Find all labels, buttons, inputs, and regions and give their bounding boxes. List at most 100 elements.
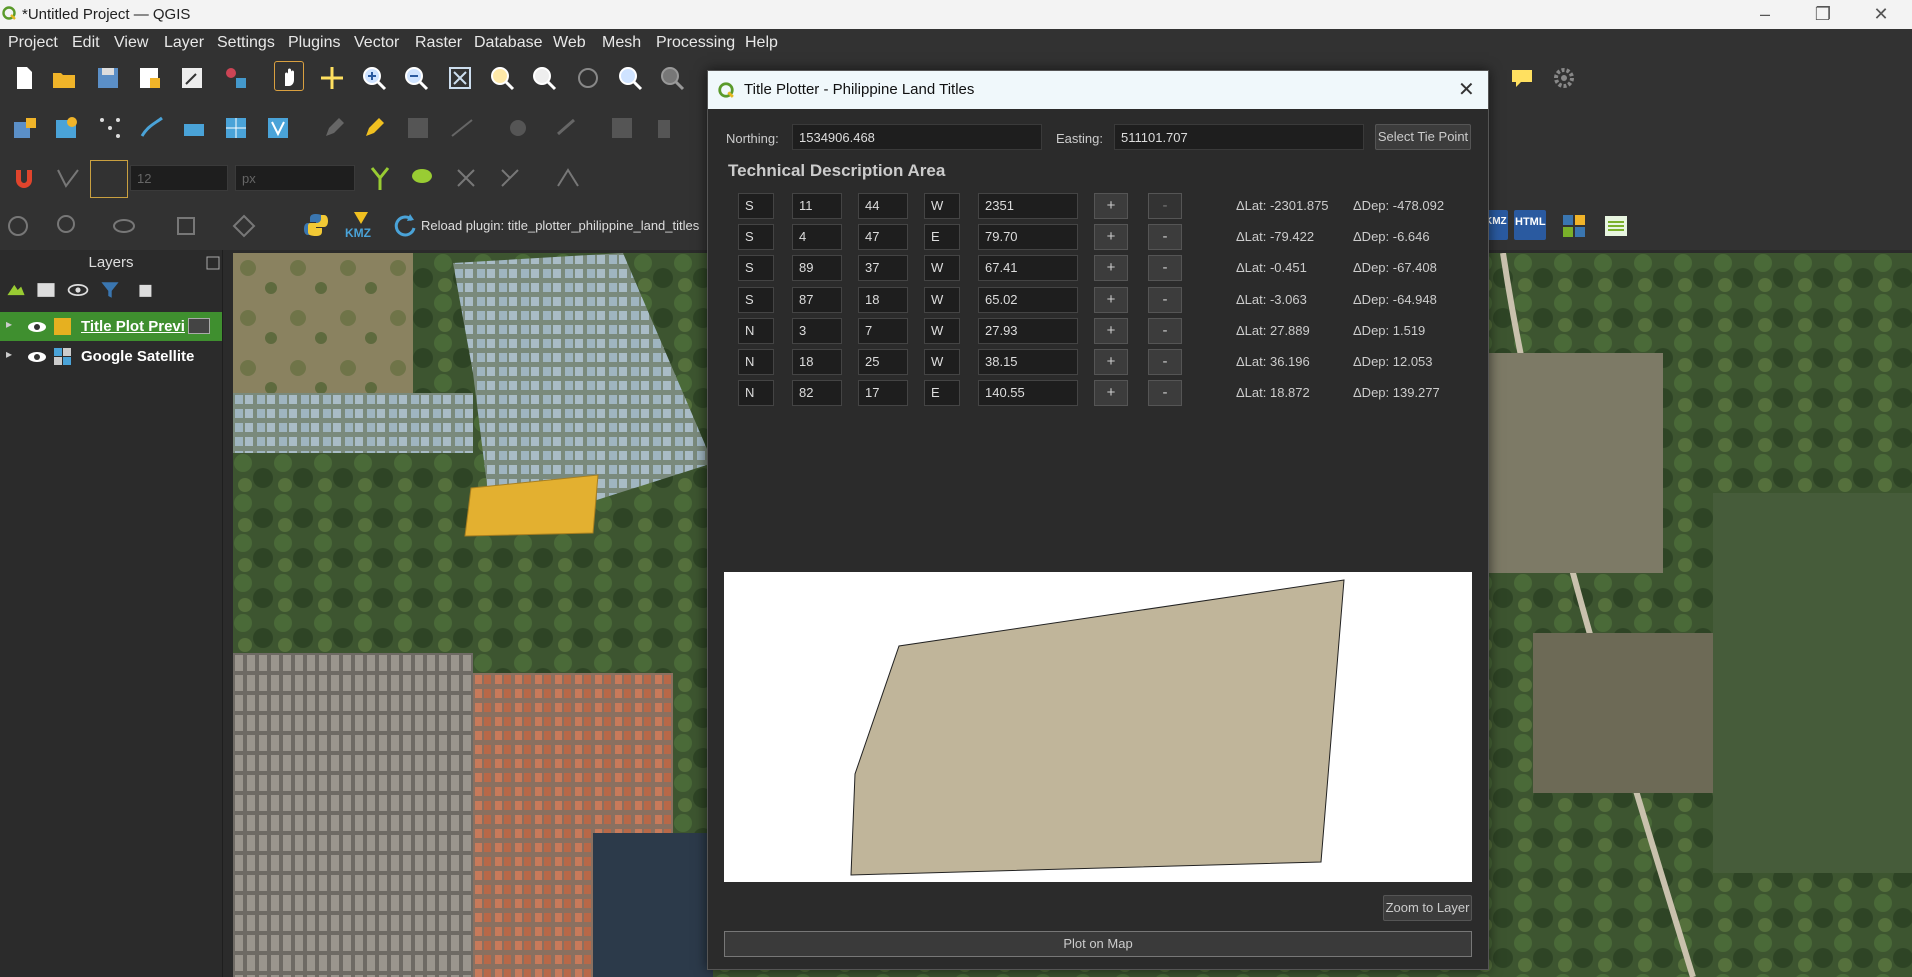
pencil-icon[interactable] xyxy=(360,114,388,142)
minutes-field[interactable]: 44 xyxy=(858,193,908,219)
layer-row-title-plot[interactable]: ▸ Title Plot Previ xyxy=(0,312,222,341)
distance-field[interactable]: 67.41 xyxy=(978,255,1078,282)
remove-row-button[interactable]: - xyxy=(1148,317,1182,344)
menu-help[interactable]: Help xyxy=(745,34,778,52)
zoom-out-icon[interactable] xyxy=(402,64,430,92)
select-radius-icon[interactable] xyxy=(54,212,82,240)
degrees-field[interactable]: 4 xyxy=(792,224,842,251)
add-row-button[interactable]: + xyxy=(1094,317,1128,344)
minutes-field[interactable]: 47 xyxy=(858,224,908,251)
degrees-field[interactable]: 89 xyxy=(792,255,842,282)
vertex-tool-icon[interactable] xyxy=(448,114,476,142)
zoom-full-icon[interactable] xyxy=(446,64,474,92)
topological-editing-icon[interactable] xyxy=(366,164,394,192)
snap-tolerance-input[interactable]: 12 xyxy=(130,165,228,191)
ns-direction-field[interactable]: N xyxy=(738,349,774,375)
plot-on-map-button[interactable]: Plot on Map xyxy=(724,931,1472,957)
remove-row-button[interactable]: - xyxy=(1148,255,1182,282)
select-features-icon[interactable] xyxy=(4,212,32,240)
add-group-icon[interactable] xyxy=(34,278,58,302)
reload-plugin-icon[interactable] xyxy=(390,212,418,240)
digitize-v-icon[interactable] xyxy=(264,114,292,142)
export-html-icon[interactable]: HTML xyxy=(1514,210,1546,240)
add-row-button[interactable]: + xyxy=(1094,255,1128,282)
easting-input[interactable]: 511101.707 xyxy=(1114,124,1364,150)
snap-type-button[interactable] xyxy=(90,160,128,198)
ew-direction-field[interactable]: W xyxy=(924,317,960,344)
zoom-last-icon[interactable] xyxy=(616,64,644,92)
distance-field[interactable]: 79.70 xyxy=(978,224,1078,251)
menu-settings[interactable]: Settings xyxy=(217,34,275,52)
distance-field[interactable]: 27.93 xyxy=(978,317,1078,344)
add-row-button[interactable]: + xyxy=(1094,380,1128,407)
eye-icon[interactable] xyxy=(66,278,90,302)
ns-direction-field[interactable]: S xyxy=(738,224,774,251)
new-project-icon[interactable] xyxy=(10,64,38,92)
plugin-grid-icon[interactable] xyxy=(1560,212,1588,240)
minutes-field[interactable]: 7 xyxy=(858,317,908,344)
magnet-snapping-icon[interactable] xyxy=(10,164,38,192)
remove-row-button[interactable]: - xyxy=(1148,224,1182,251)
kmz-export-icon[interactable]: KMZ xyxy=(344,210,378,242)
remove-row-button[interactable]: - xyxy=(1148,349,1182,375)
minutes-field[interactable]: 18 xyxy=(858,286,908,313)
ew-direction-field[interactable]: W xyxy=(924,349,960,375)
undock-panel-icon[interactable] xyxy=(206,256,220,270)
menu-vector[interactable]: Vector xyxy=(354,34,399,52)
split-icon[interactable] xyxy=(554,164,582,192)
save-edits-icon[interactable] xyxy=(404,114,432,142)
ns-direction-field[interactable]: N xyxy=(738,317,774,344)
layer-row-google-satellite[interactable]: ▸ Google Satellite xyxy=(0,342,222,371)
add-row-button[interactable]: + xyxy=(1094,193,1128,219)
modify-attributes-icon[interactable] xyxy=(552,114,580,142)
collapse-arrow-icon[interactable]: ▸ xyxy=(6,347,12,361)
edit-toggle-icon[interactable] xyxy=(320,114,348,142)
minutes-field[interactable]: 17 xyxy=(858,380,908,407)
degrees-field[interactable]: 3 xyxy=(792,317,842,344)
ew-direction-field[interactable]: W xyxy=(924,255,960,282)
menu-database[interactable]: Database xyxy=(474,34,543,52)
menu-edit[interactable]: Edit xyxy=(72,34,100,52)
northing-input[interactable]: 1534906.468 xyxy=(792,124,1042,150)
remove-row-button[interactable]: - xyxy=(1148,286,1182,313)
menu-web[interactable]: Web xyxy=(553,34,586,52)
snap-unit-select[interactable]: px xyxy=(235,165,355,191)
menu-project[interactable]: Project xyxy=(8,34,58,52)
layout-manager-icon[interactable] xyxy=(178,64,206,92)
restore-icon[interactable]: ❐ xyxy=(1810,4,1836,26)
select-polygon-icon[interactable] xyxy=(172,212,200,240)
self-snapping-icon[interactable] xyxy=(408,164,436,192)
cut-features-icon[interactable] xyxy=(504,114,532,142)
deselect-icon[interactable] xyxy=(230,212,258,240)
save-project-icon[interactable] xyxy=(94,64,122,92)
open-project-icon[interactable] xyxy=(50,64,78,92)
delete-selected-icon[interactable] xyxy=(650,114,678,142)
zoom-native-icon[interactable] xyxy=(574,64,602,92)
visibility-eye-icon[interactable] xyxy=(26,319,48,335)
visibility-eye-icon[interactable] xyxy=(26,349,48,365)
close-window-icon[interactable]: ✕ xyxy=(1868,4,1894,26)
degrees-field[interactable]: 87 xyxy=(792,286,842,313)
minutes-field[interactable]: 25 xyxy=(858,349,908,375)
degrees-field[interactable]: 11 xyxy=(792,193,842,219)
select-freehand-icon[interactable] xyxy=(110,212,138,240)
report-icon[interactable] xyxy=(1602,212,1630,240)
menu-layer[interactable]: Layer xyxy=(164,34,204,52)
menu-plugins[interactable]: Plugins xyxy=(288,34,340,52)
ew-direction-field[interactable]: E xyxy=(924,224,960,251)
new-print-layout-icon[interactable] xyxy=(136,64,164,92)
ns-direction-field[interactable]: S xyxy=(738,255,774,282)
menu-view[interactable]: View xyxy=(114,34,148,52)
distance-field[interactable]: 140.55 xyxy=(978,380,1078,407)
select-tie-point-button[interactable]: Select Tie Point xyxy=(1375,124,1471,150)
digitize-grid-icon[interactable] xyxy=(222,114,250,142)
reload-plugin-label[interactable]: Reload plugin: title_plotter_philippine_… xyxy=(421,218,699,233)
distance-field[interactable]: 65.02 xyxy=(978,286,1078,313)
gear-icon[interactable] xyxy=(1550,64,1578,92)
minutes-field[interactable]: 37 xyxy=(858,255,908,282)
ew-direction-field[interactable]: E xyxy=(924,380,960,407)
add-row-button[interactable]: + xyxy=(1094,349,1128,375)
ew-direction-field[interactable]: W xyxy=(924,286,960,313)
zoom-to-selection-icon[interactable] xyxy=(488,64,516,92)
style-manager-icon[interactable] xyxy=(222,64,250,92)
